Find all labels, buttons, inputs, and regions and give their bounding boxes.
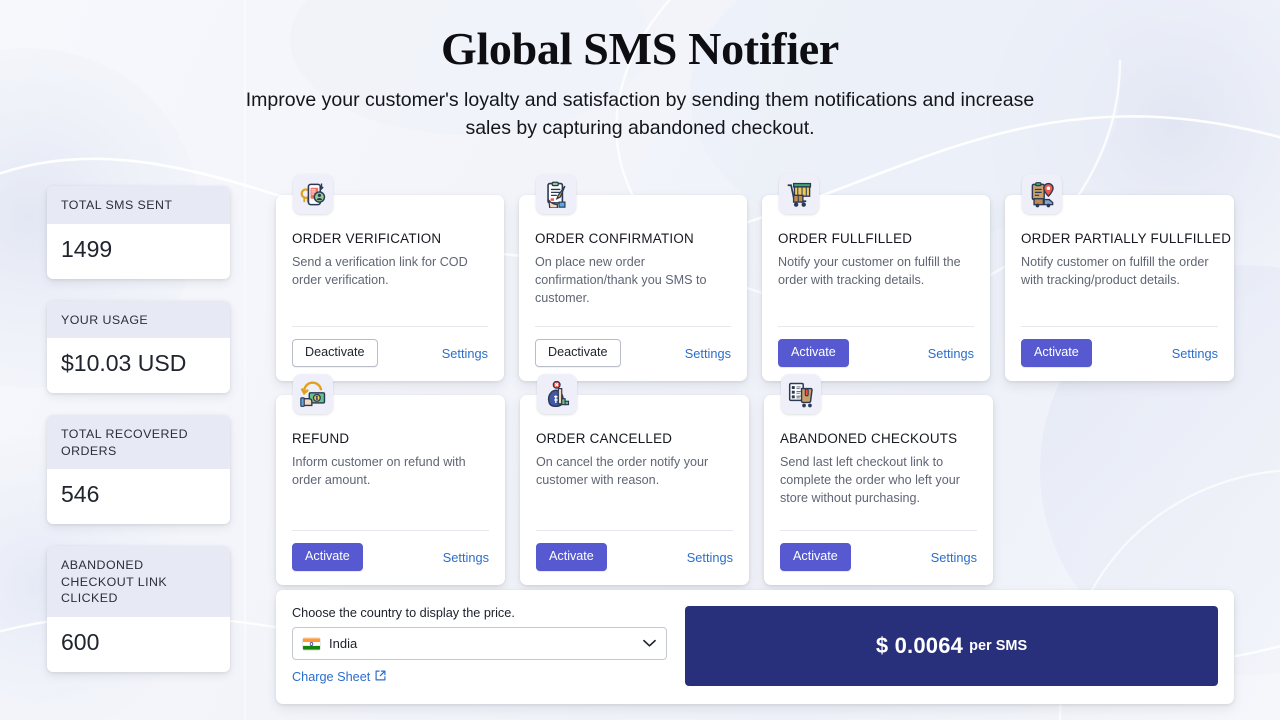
activate-button[interactable]: Activate [292,543,363,571]
india-flag-icon [303,637,320,650]
warehouse-cart-icon [779,174,819,214]
card-title: ORDER VERIFICATION [292,231,442,246]
card-actions: Activate Settings [536,531,733,571]
activate-button[interactable]: Activate [780,543,851,571]
feature-card-refund: REFUND Inform customer on refund with or… [276,374,505,585]
deactivate-button[interactable]: Deactivate [535,339,621,367]
card-title: ABANDONED CHECKOUTS [780,431,958,446]
stat-value: $10.03 USD [61,350,187,376]
card-description: On place new order confirmation/thank yo… [535,255,707,305]
card-actions: Deactivate Settings [535,327,731,367]
page-title: Global SMS Notifier [440,23,840,74]
card-title: ORDER CANCELLED [536,431,673,446]
card-actions: Activate Settings [780,531,977,571]
settings-link[interactable]: Settings [685,346,731,361]
card-actions: Activate Settings [778,327,974,367]
external-link-icon [375,670,386,684]
feature-card-order-cancelled: ORDER CANCELLED On cancel the order noti… [520,374,749,585]
activate-button[interactable]: Activate [778,339,849,367]
card-description: Inform customer on refund with order amo… [292,455,466,487]
page-header: Global SMS Notifier Improve your custome… [0,0,1280,142]
feature-cards-row-2: REFUND Inform customer on refund with or… [276,374,1234,585]
stat-value: 600 [61,628,100,655]
abandoned-cart-icon [781,374,821,414]
settings-link[interactable]: Settings [931,550,977,565]
card-description: On cancel the order notify your customer… [536,455,709,487]
activate-button[interactable]: Activate [536,543,607,571]
money-return-icon [293,374,333,414]
app-root: Global SMS Notifier Improve your custome… [0,0,1280,720]
country-select-wrapper: India [292,627,667,660]
card-title: ORDER CONFIRMATION [535,231,694,246]
charge-sheet-label: Charge Sheet [292,670,371,684]
pricing-panel: Choose the country to display the price.… [276,590,1234,704]
country-select-label: Choose the country to display the price. [292,606,515,620]
deactivate-button[interactable]: Deactivate [292,339,378,367]
clipboard-signing-icon [536,174,576,214]
stat-label: TOTAL RECOVERED ORDERS [47,415,230,469]
country-select[interactable]: India [292,627,667,660]
price-banner: $ 0.0064 per SMS [685,606,1218,686]
price-unit: per SMS [969,638,1028,654]
feature-card-order-confirmation: ORDER CONFIRMATION On place new order co… [519,174,747,381]
phone-verification-icon [293,174,333,214]
charge-sheet-link[interactable]: Charge Sheet [292,670,386,684]
feature-card-order-verification: ORDER VERIFICATION Send a verification l… [276,174,504,381]
feature-card-abandoned-checkouts: ABANDONED CHECKOUTS Send last left check… [764,374,993,585]
stat-label: ABANDONED CHECKOUT LINK CLICKED [47,546,230,617]
stat-label: TOTAL SMS SENT [47,186,230,224]
stat-card-abandoned-checkout-link-clicked: ABANDONED CHECKOUT LINK CLICKED 600 [47,546,230,672]
card-title: REFUND [292,431,350,446]
card-title: ORDER PARTIALLY FULLFILLED [1021,231,1232,246]
stat-card-total-recovered-orders: TOTAL RECOVERED ORDERS 546 [47,415,230,524]
stat-card-total-sms-sent: TOTAL SMS SENT 1499 [47,186,230,279]
settings-link[interactable]: Settings [442,346,488,361]
feature-cards-grid: ORDER VERIFICATION Send a verification l… [276,174,1234,599]
country-selector-group: Choose the country to display the price.… [292,606,667,686]
card-description: Notify your customer on fulfill the orde… [778,255,961,287]
settings-link[interactable]: Settings [1172,346,1218,361]
activate-button[interactable]: Activate [1021,339,1092,367]
parcel-location-icon [1022,174,1062,214]
stat-card-your-usage: YOUR USAGE $10.03 USD [47,300,230,393]
money-bag-cancel-icon [537,374,577,414]
stat-label: YOUR USAGE [47,300,230,338]
settings-link[interactable]: Settings [687,550,733,565]
stats-sidebar: TOTAL SMS SENT 1499 YOUR USAGE $10.03 US… [47,186,230,694]
settings-link[interactable]: Settings [443,550,489,565]
stat-value: 546 [61,481,100,507]
card-description: Send last left checkout link to complete… [780,455,960,505]
country-select-value: India [329,636,358,651]
feature-card-order-fullfilled: ORDER FULLFILLED Notify your customer on… [762,174,990,381]
card-description: Send a verification link for COD order v… [292,255,468,287]
feature-cards-row-1: ORDER VERIFICATION Send a verification l… [276,174,1234,381]
card-actions: Activate Settings [1021,327,1218,367]
feature-card-order-partially-fullfilled: ORDER PARTIALLY FULLFILLED Notify custom… [1005,174,1234,381]
page-subtitle: Improve your customer's loyalty and sati… [245,89,1035,140]
price-amount: $ 0.0064 [875,633,964,658]
card-description: Notify customer on fulfill the order wit… [1021,255,1209,287]
card-actions: Deactivate Settings [292,327,488,367]
card-actions: Activate Settings [292,531,489,571]
card-title: ORDER FULLFILLED [778,231,913,246]
settings-link[interactable]: Settings [928,346,974,361]
stat-value: 1499 [61,235,113,262]
